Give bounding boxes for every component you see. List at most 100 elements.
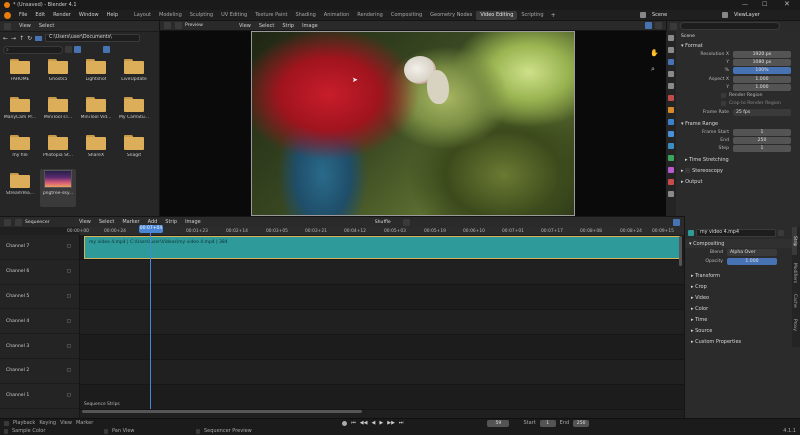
crop-section[interactable]: ▸ Crop — [685, 281, 800, 292]
channel-lock-icon[interactable]: ▢ — [67, 244, 71, 249]
file-item[interactable]: ShareX — [78, 131, 114, 169]
tab-compositing[interactable]: Compositing — [387, 11, 426, 20]
transform-section[interactable]: ▸ Transform — [685, 270, 800, 281]
file-item[interactable]: FAHOME — [2, 55, 38, 93]
scene-tab-icon[interactable] — [668, 83, 674, 89]
path-field[interactable]: C:\Users\user\Documents\ — [45, 34, 141, 42]
side-tab-strip[interactable]: Strip — [792, 227, 797, 255]
stereoscopy-section[interactable]: ▸ Stereoscopy — [667, 166, 800, 175]
refresh-icon[interactable]: ↻ — [27, 35, 32, 42]
file-item[interactable]: Photopia St... — [40, 131, 76, 169]
file-item[interactable]: Lightshot — [78, 55, 114, 93]
seq-menu-select[interactable]: Select — [95, 219, 118, 225]
modifier-tab-icon[interactable] — [668, 131, 674, 137]
gizmo-toggle-icon[interactable] — [645, 22, 652, 29]
view-menu[interactable]: View — [60, 420, 72, 426]
render-region-checkbox[interactable] — [721, 93, 726, 98]
blender-menu-icon[interactable] — [4, 11, 11, 19]
file-item[interactable]: LiveUpdate — [116, 55, 152, 93]
percent-field[interactable]: 100% — [733, 67, 791, 74]
tool-tab-icon[interactable] — [668, 35, 674, 41]
tab-sculpting[interactable]: Sculpting — [186, 11, 217, 20]
menu-edit[interactable]: Edit — [31, 12, 49, 18]
current-frame-field[interactable]: 59 — [487, 419, 510, 427]
output-section[interactable]: ▸ Output — [667, 177, 800, 186]
next-key-icon[interactable]: ▶▶ — [387, 420, 395, 426]
tab-animation[interactable]: Animation — [320, 11, 354, 20]
format-section-header[interactable]: ▾ Format — [667, 41, 800, 50]
display-mode-icon[interactable] — [65, 46, 72, 53]
res-y-field[interactable]: 1080 px — [733, 58, 791, 66]
jump-end-icon[interactable]: ⏭ — [399, 420, 404, 426]
movie-strip[interactable]: my video 4.mp4 | C:\Users\user\Videos\my… — [84, 236, 680, 259]
channel-lane[interactable] — [80, 335, 684, 360]
physics-tab-icon[interactable] — [668, 155, 674, 161]
object-tab-icon[interactable] — [668, 119, 674, 125]
fb-menu-select[interactable]: Select — [35, 23, 58, 29]
tab-scripting[interactable]: Scripting — [517, 11, 547, 20]
sort-icon[interactable] — [74, 46, 81, 53]
render-tab-icon[interactable] — [668, 47, 674, 53]
video-section[interactable]: ▸ Video — [685, 292, 800, 303]
overlay-toggle-icon[interactable] — [655, 22, 662, 29]
record-icon[interactable] — [342, 420, 348, 426]
seq-menu-image[interactable]: Image — [181, 219, 205, 225]
opacity-field[interactable]: 1.000 — [727, 258, 777, 265]
preview-menu-view[interactable]: View — [235, 23, 255, 29]
menu-render[interactable]: Render — [49, 12, 75, 18]
channel-lock-icon[interactable]: ▢ — [67, 319, 71, 324]
keying-menu[interactable]: Keying — [39, 420, 56, 426]
editor-type-icon[interactable] — [4, 218, 11, 226]
seq-menu-strip[interactable]: Strip — [161, 219, 181, 225]
horizontal-scrollbar[interactable] — [82, 410, 362, 413]
channel-row[interactable]: Channel 3 ▢ — [0, 334, 79, 359]
play-reverse-icon[interactable]: ◀ — [372, 420, 376, 426]
res-x-field[interactable]: 1920 px — [733, 50, 791, 58]
properties-search[interactable] — [680, 22, 780, 30]
channel-lock-icon[interactable]: ▢ — [67, 368, 71, 373]
frame-step-field[interactable]: 1 — [733, 144, 791, 152]
tab-shading[interactable]: Shading — [291, 11, 319, 20]
view-type-icon[interactable] — [15, 218, 22, 226]
channel-lock-icon[interactable]: ▢ — [67, 344, 71, 349]
file-item[interactable]: Snagit — [116, 131, 152, 169]
snapping-icon[interactable] — [402, 218, 410, 226]
playhead[interactable] — [150, 226, 151, 409]
channel-lock-icon[interactable]: ▢ — [67, 393, 71, 398]
fb-menu-view[interactable]: View — [15, 23, 35, 29]
channel-lane[interactable] — [80, 285, 684, 310]
channel-row[interactable]: Channel 6 ▢ — [0, 260, 79, 285]
aspect-y-field[interactable]: 1.000 — [733, 84, 791, 91]
vertical-scrollbar[interactable] — [679, 236, 682, 266]
minimize-button[interactable]: — — [742, 1, 748, 8]
end-field[interactable]: 250 — [573, 419, 590, 427]
maximize-button[interactable]: ☐ — [762, 1, 767, 8]
filter-icon[interactable] — [103, 46, 110, 53]
new-folder-icon[interactable] — [35, 35, 43, 41]
channel-lane[interactable] — [80, 260, 684, 285]
back-arrow-icon[interactable]: ← — [3, 35, 8, 42]
channel-lane[interactable] — [80, 360, 684, 385]
side-tab-cache[interactable]: Cache — [792, 289, 797, 313]
forward-arrow-icon[interactable]: → — [11, 35, 16, 42]
channel-row[interactable]: Channel 4 ▢ — [0, 309, 79, 335]
prev-key-icon[interactable]: ◀◀ — [360, 420, 368, 426]
collection-tab-icon[interactable] — [668, 107, 674, 113]
add-workspace-button[interactable]: + — [551, 12, 556, 19]
current-time-indicator[interactable]: 00:07+04 — [139, 225, 163, 233]
custom-properties-section[interactable]: ▸ Custom Properties — [685, 336, 800, 347]
parent-dir-icon[interactable]: ↑ — [19, 35, 24, 42]
scene-selector-icon[interactable] — [640, 12, 646, 18]
file-item-selected[interactable]: pngtree-sky... — [40, 169, 76, 207]
mute-checkbox[interactable] — [778, 230, 784, 236]
menu-help[interactable]: Help — [103, 12, 122, 18]
constraints-tab-icon[interactable] — [668, 167, 674, 173]
channel-lock-icon[interactable]: ▢ — [67, 294, 71, 299]
frame-end-field[interactable]: 250 — [733, 136, 791, 144]
search-input[interactable]: ⌕ — [3, 45, 63, 54]
strip-name-field[interactable]: my video 4.mp4 — [696, 229, 776, 237]
file-item[interactable]: ManyCam Pr... — [2, 93, 38, 131]
channel-lane[interactable] — [80, 310, 684, 335]
frame-rate-dropdown[interactable]: 25 fps — [733, 108, 791, 116]
crop-region-checkbox[interactable] — [721, 100, 726, 106]
